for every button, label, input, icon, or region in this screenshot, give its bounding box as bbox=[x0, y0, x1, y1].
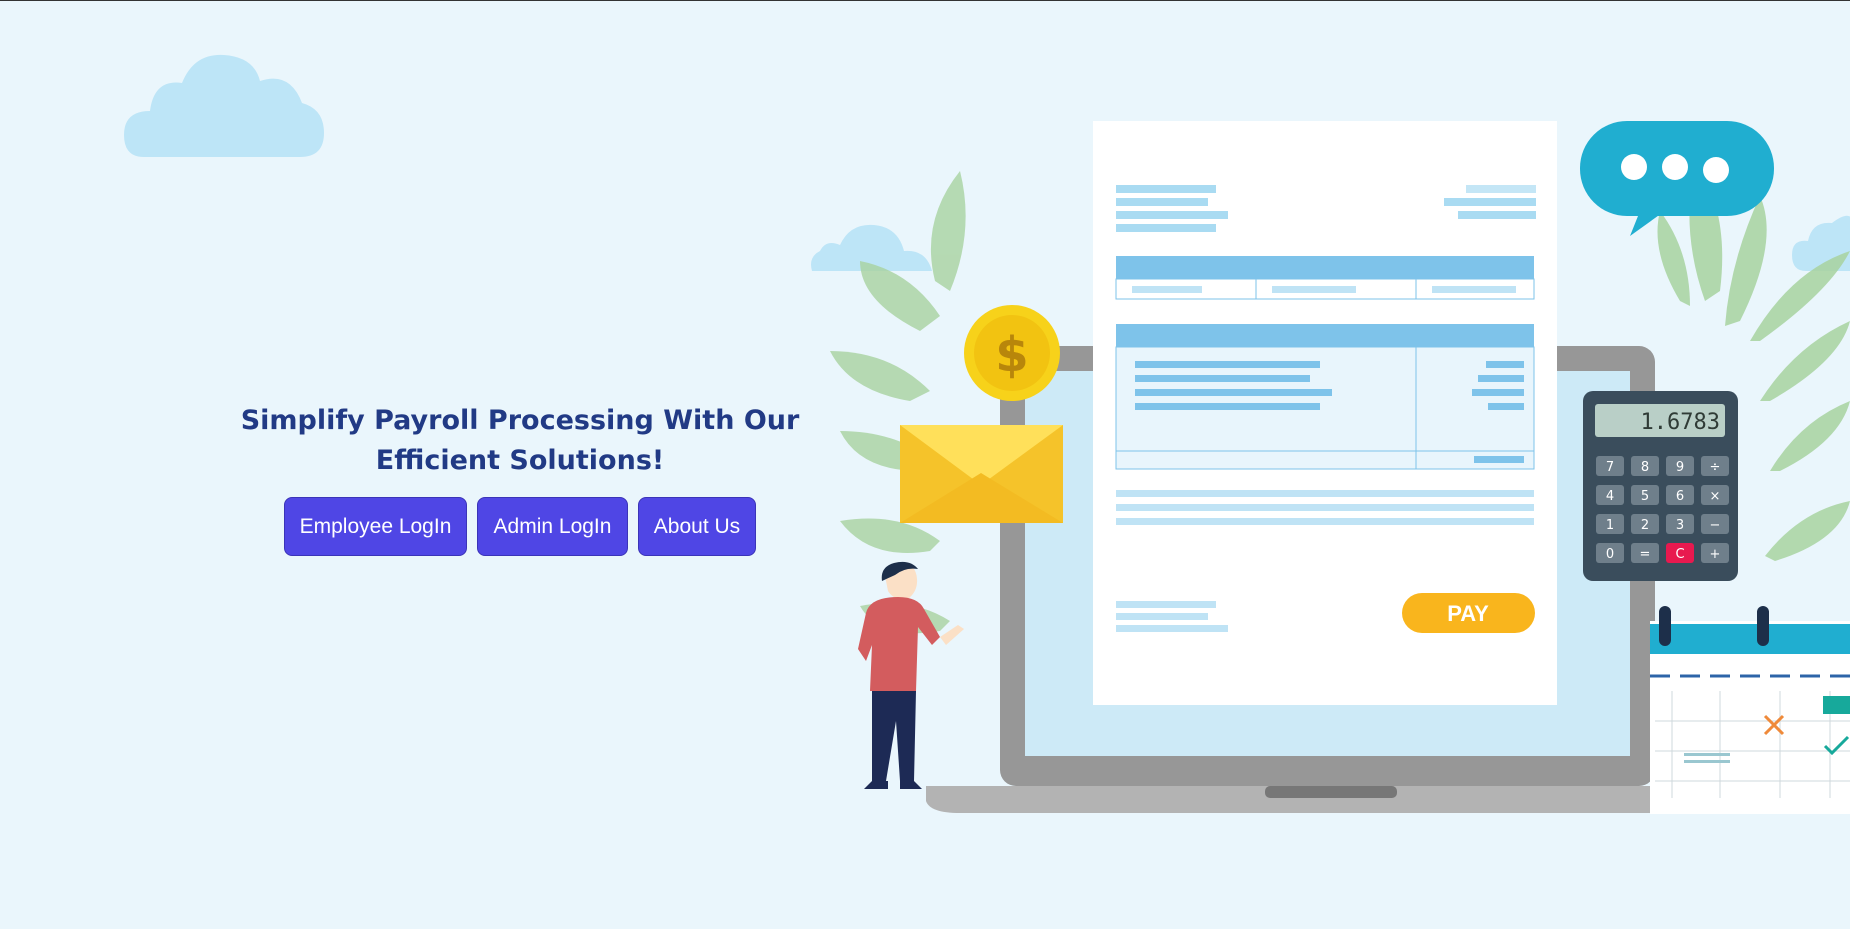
calculator-key-label: = bbox=[1640, 547, 1651, 562]
envelope-icon bbox=[900, 425, 1063, 523]
calculator-display: 1.6783 bbox=[1641, 410, 1720, 435]
calculator-key-label: 4 bbox=[1606, 489, 1614, 504]
admin-login-button[interactable]: Admin LogIn bbox=[477, 497, 628, 556]
payroll-illustration: PAY $ 1.6783 7 8 9 ÷ 4 5 6 × 1 2 3 − 0 = C + bbox=[800, 101, 1850, 841]
calculator-icon: 1.6783 7 8 9 ÷ 4 5 6 × 1 2 3 − 0 = C + bbox=[1583, 391, 1738, 581]
calculator-key-label: C bbox=[1675, 547, 1684, 562]
calculator-key-label: 8 bbox=[1641, 460, 1649, 475]
calculator-key-label: 9 bbox=[1676, 460, 1684, 475]
dollar-coin-icon: $ bbox=[964, 305, 1060, 401]
person-figure bbox=[858, 562, 964, 789]
headline-line-1: Simplify Payroll Processing With Our bbox=[230, 401, 810, 441]
calculator-key-label: 7 bbox=[1606, 460, 1614, 475]
svg-text:$: $ bbox=[995, 327, 1028, 383]
calculator-key-label: 1 bbox=[1606, 518, 1614, 533]
calculator-key-label: 3 bbox=[1676, 518, 1684, 533]
calculator-key-label: 6 bbox=[1676, 489, 1684, 504]
page-title: Simplify Payroll Processing With Our Eff… bbox=[230, 401, 810, 481]
pay-button[interactable]: PAY bbox=[1402, 593, 1535, 633]
calculator-key-label: × bbox=[1710, 489, 1721, 504]
employee-login-button[interactable]: Employee LogIn bbox=[284, 497, 467, 556]
headline-line-2: Efficient Solutions! bbox=[230, 441, 810, 481]
calculator-key-label: − bbox=[1710, 518, 1721, 533]
pay-label: PAY bbox=[1447, 601, 1489, 626]
calculator-key-label: ÷ bbox=[1710, 460, 1721, 475]
calculator-key-label: 0 bbox=[1606, 547, 1614, 562]
calculator-key-label: + bbox=[1710, 547, 1721, 562]
calculator-key-label: 2 bbox=[1641, 518, 1649, 533]
action-buttons: Employee LogIn Admin LogIn About Us bbox=[284, 497, 756, 556]
calendar-icon bbox=[1650, 606, 1850, 814]
about-us-button[interactable]: About Us bbox=[638, 497, 756, 556]
calculator-key-label: 5 bbox=[1641, 489, 1649, 504]
hero-section: Simplify Payroll Processing With Our Eff… bbox=[0, 1, 1850, 929]
chat-bubble-icon bbox=[1580, 121, 1774, 236]
cloud-icon bbox=[124, 53, 324, 159]
